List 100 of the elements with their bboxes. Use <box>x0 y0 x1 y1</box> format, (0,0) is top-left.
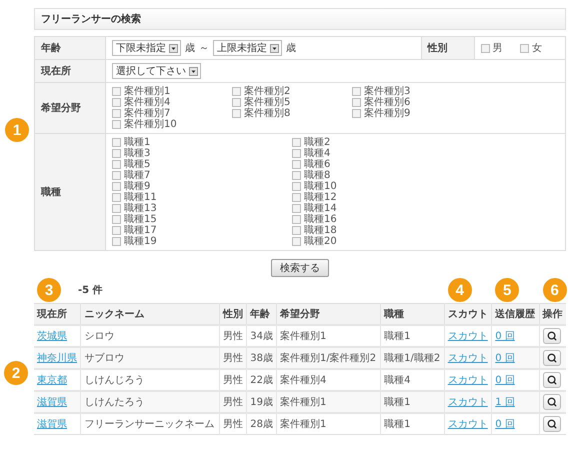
checkbox-label: 職種18 <box>304 225 337 236</box>
checkbox[interactable] <box>112 138 121 147</box>
checkbox[interactable] <box>112 109 121 118</box>
checkbox-label: 案件種別3 <box>364 86 410 97</box>
checkbox-label: 男 <box>492 42 503 54</box>
checkbox[interactable] <box>292 160 301 169</box>
search-icon <box>546 375 557 385</box>
table-cell: 34歳 <box>250 331 274 342</box>
checkbox[interactable] <box>292 215 301 224</box>
table-cell: 案件種別1 <box>280 331 326 342</box>
checkbox[interactable] <box>232 109 241 118</box>
table-cell: 職種1 <box>384 331 410 342</box>
checkbox-label: 職種13 <box>124 203 157 214</box>
min-age-select[interactable]: 下限未指定 <box>112 40 181 56</box>
search-icon <box>546 331 557 341</box>
scout-link[interactable]: スカウト <box>448 331 488 342</box>
checkbox[interactable] <box>292 138 301 147</box>
table-cell: 案件種別4 <box>280 375 326 386</box>
table-cell: 職種1/職種2 <box>384 353 440 364</box>
max-age-select[interactable]: 上限未指定 <box>213 40 282 56</box>
table-cell: 職種4 <box>384 375 410 386</box>
checkbox[interactable] <box>232 87 241 96</box>
table-cell: シロウ <box>84 331 114 342</box>
checkbox[interactable] <box>112 182 121 191</box>
table-cell: 案件種別1 <box>280 419 326 430</box>
table-cell: 19歳 <box>250 397 274 408</box>
checkbox[interactable] <box>112 215 121 224</box>
unit-text: 歳 <box>286 42 296 55</box>
checkbox-label: 職種16 <box>304 214 337 225</box>
location-link[interactable]: 滋賀県 <box>37 419 67 430</box>
location-select[interactable]: 選択して下さい <box>112 63 201 79</box>
search-button[interactable] <box>542 350 561 366</box>
search-button[interactable] <box>542 372 561 388</box>
callout-marker: 6 <box>542 278 567 302</box>
column-header: 職種 <box>384 309 404 320</box>
search-button[interactable] <box>542 328 561 344</box>
checkbox-label: 案件種別6 <box>364 97 410 108</box>
search-button[interactable]: 検索する <box>271 259 329 277</box>
table-cell: しけんじろう <box>84 375 144 386</box>
checkbox[interactable] <box>292 171 301 180</box>
table-cell: フリーランサーニックネーム <box>84 419 214 430</box>
checkbox-label: 職種7 <box>124 170 150 181</box>
checkbox-label: 職種2 <box>304 137 330 148</box>
checkbox[interactable] <box>292 193 301 202</box>
field-label: 性別 <box>421 36 474 60</box>
location-link[interactable]: 神奈川県 <box>37 353 77 364</box>
checkbox-label: 職種14 <box>304 203 337 214</box>
checkbox[interactable] <box>112 171 121 180</box>
history-link[interactable]: 0 回 <box>495 375 515 386</box>
scout-link[interactable]: スカウト <box>448 353 488 364</box>
location-link[interactable]: 茨城県 <box>37 331 67 342</box>
checkbox[interactable] <box>112 193 121 202</box>
checkbox-label: 案件種別9 <box>364 108 410 119</box>
scout-link[interactable]: スカウト <box>448 419 488 430</box>
callout-marker: 1 <box>5 118 29 142</box>
checkbox[interactable] <box>292 226 301 235</box>
history-link[interactable]: 0 回 <box>495 353 515 364</box>
checkbox[interactable] <box>112 226 121 235</box>
checkbox[interactable] <box>112 204 121 213</box>
location-link[interactable]: 滋賀県 <box>37 397 67 408</box>
search-icon <box>546 397 557 407</box>
field-label: 年齢 <box>34 36 106 60</box>
table-cell: 28歳 <box>250 419 274 430</box>
checkbox-label: 案件種別4 <box>124 97 170 108</box>
scout-link[interactable]: スカウト <box>448 375 488 386</box>
range-separator: ～ <box>199 42 209 55</box>
checkbox[interactable] <box>292 182 301 191</box>
checkbox[interactable] <box>112 237 121 246</box>
table-cell: 男性 <box>222 419 243 430</box>
search-button[interactable] <box>542 416 561 432</box>
checkbox-label: 職種10 <box>304 181 337 192</box>
checkbox[interactable] <box>232 98 241 107</box>
table-cell: 職種1 <box>384 419 410 430</box>
checkbox-label: 職種1 <box>124 137 150 148</box>
checkbox-label: 女 <box>532 42 542 54</box>
search-button[interactable] <box>542 394 561 410</box>
checkbox-label: 案件種別1 <box>124 86 170 97</box>
checkbox[interactable] <box>112 120 121 129</box>
checkbox[interactable] <box>112 87 121 96</box>
checkbox[interactable] <box>112 149 121 158</box>
checkbox[interactable] <box>352 87 361 96</box>
checkbox[interactable] <box>112 98 121 107</box>
result-count: -5 件 <box>78 284 103 297</box>
checkbox[interactable] <box>292 149 301 158</box>
checkbox[interactable] <box>352 109 361 118</box>
history-link[interactable]: 0 回 <box>495 331 515 342</box>
checkbox[interactable] <box>292 204 301 213</box>
history-link[interactable]: 1 回 <box>495 397 515 408</box>
checkbox[interactable] <box>112 160 121 169</box>
column-header: スカウト <box>448 309 488 320</box>
checkbox-label: 案件種別8 <box>244 108 290 119</box>
history-link[interactable]: 0 回 <box>495 419 515 430</box>
checkbox[interactable] <box>480 44 490 52</box>
checkbox[interactable] <box>520 44 529 52</box>
table-cell: 案件種別1 <box>280 397 326 408</box>
checkbox[interactable] <box>352 98 361 107</box>
location-link[interactable]: 東京都 <box>37 375 67 386</box>
checkbox[interactable] <box>292 237 301 246</box>
scout-link[interactable]: スカウト <box>448 397 488 408</box>
unit-text: 歳 <box>185 42 195 55</box>
